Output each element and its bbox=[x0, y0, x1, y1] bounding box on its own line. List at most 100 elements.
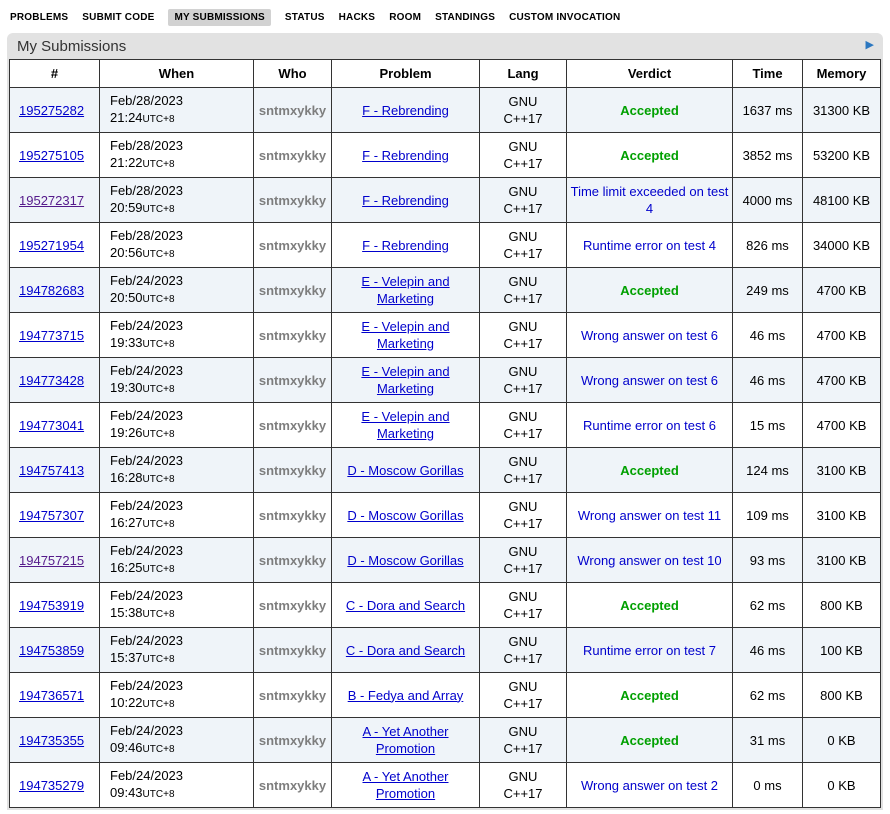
submission-id-link[interactable]: 194753859 bbox=[19, 643, 84, 658]
verdict[interactable]: Accepted bbox=[620, 103, 679, 118]
submission-id-link[interactable]: 195272317 bbox=[19, 193, 84, 208]
user-handle-link[interactable]: sntmxykky bbox=[259, 733, 326, 748]
submission-lang: GNU C++17 bbox=[480, 583, 567, 628]
nav-item-hacks[interactable]: HACKS bbox=[339, 12, 376, 23]
submissions-panel: My Submissions ▶ #WhenWhoProblemLangVerd… bbox=[7, 33, 883, 810]
memory: 4700 KB bbox=[803, 358, 881, 403]
user-handle-link[interactable]: sntmxykky bbox=[259, 418, 326, 433]
exec-time: 3852 ms bbox=[733, 133, 803, 178]
memory: 48100 KB bbox=[803, 178, 881, 223]
submission-id-link[interactable]: 194757307 bbox=[19, 508, 84, 523]
table-body: 195275282Feb/28/202321:24UTC+8sntmxykkyF… bbox=[10, 88, 881, 808]
problem-link[interactable]: C - Dora and Search bbox=[346, 643, 465, 658]
problem-link[interactable]: F - Rebrending bbox=[362, 193, 449, 208]
nav-item-submit-code[interactable]: SUBMIT CODE bbox=[82, 12, 154, 23]
user-handle-link[interactable]: sntmxykky bbox=[259, 373, 326, 388]
submission-id-link[interactable]: 195275105 bbox=[19, 148, 84, 163]
user-handle-link[interactable]: sntmxykky bbox=[259, 238, 326, 253]
verdict[interactable]: Wrong answer on test 11 bbox=[578, 508, 721, 523]
problem-link[interactable]: E - Velepin and Marketing bbox=[361, 274, 449, 306]
user-handle-link[interactable]: sntmxykky bbox=[259, 193, 326, 208]
submission-lang: GNU C++17 bbox=[480, 673, 567, 718]
problem-link[interactable]: E - Velepin and Marketing bbox=[361, 319, 449, 351]
user-handle-link[interactable]: sntmxykky bbox=[259, 148, 326, 163]
submission-when: Feb/24/202320:50UTC+8 bbox=[100, 268, 254, 313]
user-handle-link[interactable]: sntmxykky bbox=[259, 688, 326, 703]
collapse-arrow-icon[interactable]: ▶ bbox=[866, 40, 874, 51]
problem-link[interactable]: F - Rebrending bbox=[362, 103, 449, 118]
verdict[interactable]: Accepted bbox=[620, 283, 679, 298]
user-handle-link[interactable]: sntmxykky bbox=[259, 508, 326, 523]
verdict[interactable]: Wrong answer on test 6 bbox=[581, 328, 718, 343]
user-handle-link[interactable]: sntmxykky bbox=[259, 463, 326, 478]
submission-id-link[interactable]: 194735279 bbox=[19, 778, 84, 793]
nav-item-custom-invocation[interactable]: CUSTOM INVOCATION bbox=[509, 12, 620, 23]
verdict[interactable]: Accepted bbox=[620, 733, 679, 748]
submission-id-link[interactable]: 194735355 bbox=[19, 733, 84, 748]
memory: 34000 KB bbox=[803, 223, 881, 268]
verdict[interactable]: Wrong answer on test 2 bbox=[581, 778, 718, 793]
problem-link[interactable]: A - Yet Another Promotion bbox=[362, 724, 448, 756]
submission-id-link[interactable]: 194773428 bbox=[19, 373, 84, 388]
exec-time: 109 ms bbox=[733, 493, 803, 538]
problem-link[interactable]: E - Velepin and Marketing bbox=[361, 409, 449, 441]
submission-id-link[interactable]: 194753919 bbox=[19, 598, 84, 613]
submission-id-link[interactable]: 194773715 bbox=[19, 328, 84, 343]
column-header-lang: Lang bbox=[480, 60, 567, 88]
nav-item-status[interactable]: STATUS bbox=[285, 12, 325, 23]
verdict[interactable]: Accepted bbox=[620, 688, 679, 703]
submission-id-link[interactable]: 194757413 bbox=[19, 463, 84, 478]
problem-link[interactable]: D - Moscow Gorillas bbox=[347, 508, 463, 523]
submission-row: 194757307Feb/24/202316:27UTC+8sntmxykkyD… bbox=[10, 493, 881, 538]
nav-item-problems[interactable]: PROBLEMS bbox=[10, 12, 68, 23]
submission-when: Feb/24/202319:26UTC+8 bbox=[100, 403, 254, 448]
nav-item-room[interactable]: ROOM bbox=[389, 12, 421, 23]
verdict[interactable]: Accepted bbox=[620, 148, 679, 163]
submission-row: 194753859Feb/24/202315:37UTC+8sntmxykkyC… bbox=[10, 628, 881, 673]
problem-link[interactable]: D - Moscow Gorillas bbox=[347, 553, 463, 568]
problem-link[interactable]: D - Moscow Gorillas bbox=[347, 463, 463, 478]
submission-id-link[interactable]: 194773041 bbox=[19, 418, 84, 433]
user-handle-link[interactable]: sntmxykky bbox=[259, 283, 326, 298]
verdict[interactable]: Runtime error on test 7 bbox=[583, 643, 716, 658]
submission-row: 195271954Feb/28/202320:56UTC+8sntmxykkyF… bbox=[10, 223, 881, 268]
user-handle-link[interactable]: sntmxykky bbox=[259, 328, 326, 343]
submission-row: 194773041 Feb/24/202319:26UTC+8 sntmxykky E… bbox=[10, 403, 881, 448]
submission-id-link[interactable]: 194782683 bbox=[19, 283, 84, 298]
submission-row: 194735279Feb/24/202309:43UTC+8sntmxykkyA… bbox=[10, 763, 881, 808]
memory: 800 KB bbox=[803, 673, 881, 718]
verdict[interactable]: Wrong answer on test 6 bbox=[581, 373, 718, 388]
verdict[interactable]: Runtime error on test 4 bbox=[583, 238, 716, 253]
submission-when: Feb/24/202310:22UTC+8 bbox=[100, 673, 254, 718]
column-header-verdict: Verdict bbox=[567, 60, 733, 88]
submission-id-link[interactable]: 195271954 bbox=[19, 238, 84, 253]
submission-id-link[interactable]: 194736571 bbox=[19, 688, 84, 703]
verdict[interactable]: Time limit exceeded on test 4 bbox=[571, 184, 729, 216]
user-handle-link[interactable]: sntmxykky bbox=[259, 103, 326, 118]
verdict[interactable]: Accepted bbox=[620, 463, 679, 478]
nav-item-standings[interactable]: STANDINGS bbox=[435, 12, 495, 23]
exec-time: 1637 ms bbox=[733, 88, 803, 133]
verdict[interactable]: Wrong answer on test 10 bbox=[577, 553, 721, 568]
nav-item-my-submissions[interactable]: MY SUBMISSIONS bbox=[168, 9, 270, 26]
user-handle-link[interactable]: sntmxykky bbox=[259, 553, 326, 568]
memory: 4700 KB bbox=[803, 403, 881, 448]
problem-link[interactable]: A - Yet Another Promotion bbox=[362, 769, 448, 801]
submission-when: Feb/24/202316:25UTC+8 bbox=[100, 538, 254, 583]
problem-link[interactable]: F - Rebrending bbox=[362, 148, 449, 163]
problem-link[interactable]: E - Velepin and Marketing bbox=[361, 364, 449, 396]
problem-link[interactable]: B - Fedya and Array bbox=[348, 688, 464, 703]
submission-id-link[interactable]: 194757215 bbox=[19, 553, 84, 568]
exec-time: 249 ms bbox=[733, 268, 803, 313]
user-handle-link[interactable]: sntmxykky bbox=[259, 778, 326, 793]
verdict[interactable]: Runtime error on test 6 bbox=[583, 418, 716, 433]
submission-id-link[interactable]: 195275282 bbox=[19, 103, 84, 118]
problem-link[interactable]: F - Rebrending bbox=[362, 238, 449, 253]
exec-time: 4000 ms bbox=[733, 178, 803, 223]
user-handle-link[interactable]: sntmxykky bbox=[259, 598, 326, 613]
verdict[interactable]: Accepted bbox=[620, 598, 679, 613]
problem-link[interactable]: C - Dora and Search bbox=[346, 598, 465, 613]
submission-when: Feb/28/202320:59UTC+8 bbox=[100, 178, 254, 223]
user-handle-link[interactable]: sntmxykky bbox=[259, 643, 326, 658]
submission-when: Feb/24/202319:30UTC+8 bbox=[100, 358, 254, 403]
